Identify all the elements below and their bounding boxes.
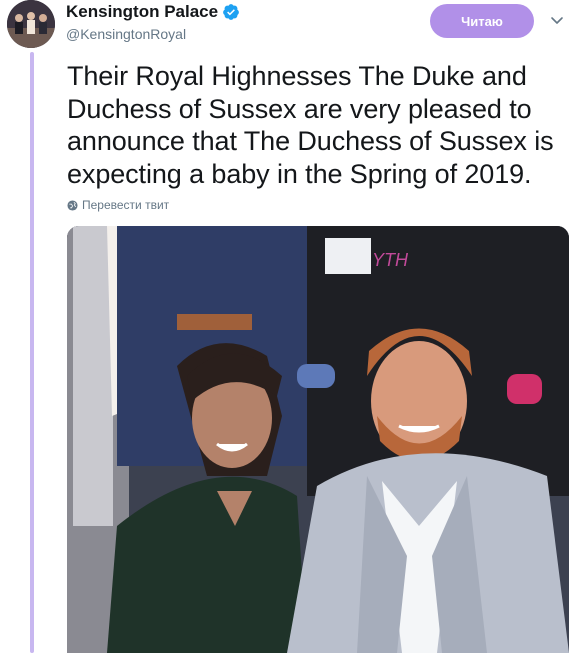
following-button[interactable]: Читаю <box>430 4 534 38</box>
thread-line <box>30 52 34 653</box>
chevron-down-icon[interactable] <box>549 12 565 28</box>
translate-tweet-link[interactable]: Перевести твит <box>67 198 169 212</box>
tweet-text: Their Royal Highnesses The Duke and Duch… <box>67 61 554 189</box>
translate-label: Перевести твит <box>82 198 170 212</box>
author-display-name[interactable]: Kensington Palace <box>66 2 218 22</box>
avatar[interactable] <box>7 0 55 48</box>
globe-icon <box>67 199 78 211</box>
svg-text:YTH: YTH <box>372 250 409 270</box>
author-handle[interactable]: @KensingtonRoyal <box>66 26 186 42</box>
author-name-row[interactable]: Kensington Palace <box>66 2 240 22</box>
verified-badge-icon <box>223 4 239 20</box>
tweet-photo[interactable]: YTH <box>67 226 569 653</box>
